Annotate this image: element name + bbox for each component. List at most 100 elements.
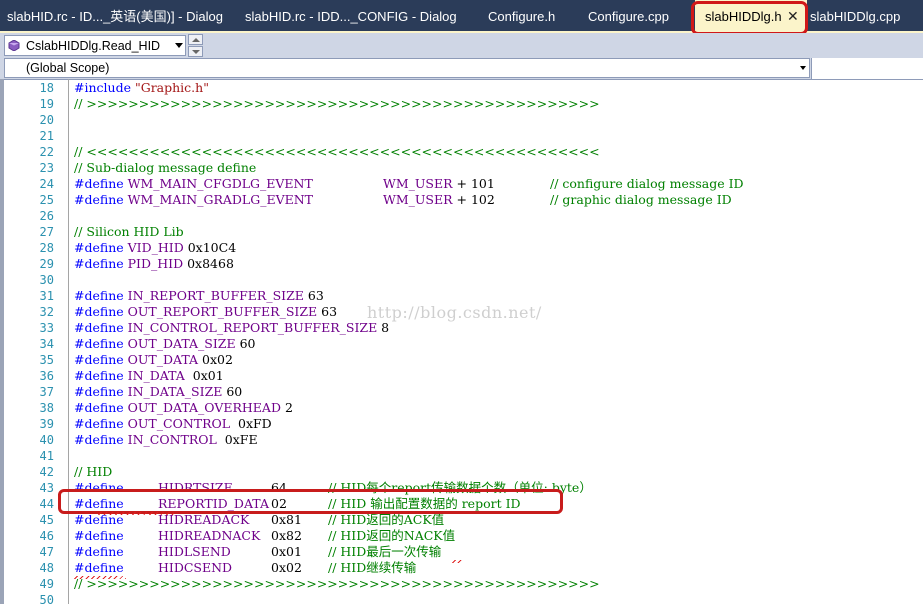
code-token: OUT_DATA [127, 352, 199, 367]
line-number: 40 [39, 433, 54, 447]
code-line[interactable]: 25 #define WM_MAIN_GRADLG_EVENT WM_USER + … [0, 192, 923, 208]
scope-combo[interactable]: (Global Scope) [4, 58, 810, 78]
arrow-up-icon [192, 38, 200, 42]
code-token: WM_MAIN_GRADLG_EVENT [127, 192, 314, 207]
code-line[interactable]: 23 // Sub-dialog message define [0, 160, 923, 176]
line-source: #define IN_REPORT_BUFFER_SIZE 63 [74, 288, 324, 304]
code-line[interactable]: 19 // >>>>>>>>>>>>>>>>>>>>>>>>>>>>>>>>>>>… [0, 96, 923, 112]
code-token: 2 [280, 400, 293, 415]
code-token: // HID继续传输 [328, 560, 417, 575]
line-number: 44 [39, 497, 54, 511]
code-line[interactable]: 24 #define WM_MAIN_CFGDLG_EVENT WM_USER + … [0, 176, 923, 192]
code-token: // Silicon HID Lib [74, 224, 184, 239]
code-line[interactable]: 47 #define HIDLSEND 0x01 // HID最后一次传输 [0, 544, 923, 560]
code-token: #define [74, 336, 128, 351]
method-icon [8, 40, 20, 51]
code-line[interactable]: 39 #define OUT_CONTROL 0xFD [0, 416, 923, 432]
line-source: #define PID_HID 0x8468 [74, 256, 234, 272]
code-token: // HID最后一次传输 [328, 544, 442, 559]
code-token: OUT_DATA_OVERHEAD [127, 400, 281, 415]
code-line[interactable]: 37 #define IN_DATA_SIZE 60 [0, 384, 923, 400]
code-token: // >>>>>>>>>>>>>>>>>>>>>>>>>>>>>>>>>>>>>… [74, 96, 600, 111]
spell-squiggle [74, 576, 126, 579]
code-line[interactable]: 21 [0, 128, 923, 144]
arrow-down-icon [192, 50, 200, 54]
scroll-down-button[interactable] [188, 46, 203, 57]
line-source: #define WM_MAIN_GRADLG_EVENT WM_USER + 10… [74, 192, 732, 208]
line-source: #define IN_CONTROL 0xFE [74, 432, 258, 448]
line-source: // >>>>>>>>>>>>>>>>>>>>>>>>>>>>>>>>>>>>>… [74, 96, 600, 112]
line-number: 37 [39, 385, 54, 399]
code-line[interactable]: 28 #define VID_HID 0x10C4 [0, 240, 923, 256]
member-combo[interactable]: CslabHIDDlg.Read_HID [4, 35, 186, 56]
tab-slabhid-rc-config-dialog[interactable]: slabHID.rc - IDD..._CONFIG - Dialog [245, 0, 457, 31]
code-line[interactable]: 42 // HID [0, 464, 923, 480]
line-number: 29 [39, 257, 54, 271]
line-number: 18 [39, 81, 54, 95]
code-token: OUT_REPORT_BUFFER_SIZE [127, 304, 318, 319]
line-source: #define IN_CONTROL_REPORT_BUFFER_SIZE 8 [74, 320, 389, 336]
line-number: 30 [39, 273, 54, 287]
code-token: 60 [235, 336, 256, 351]
code-line[interactable]: 35 #define OUT_DATA 0x02 [0, 352, 923, 368]
code-line[interactable]: 27 // Silicon HID Lib [0, 224, 923, 240]
code-line[interactable]: 40 #define IN_CONTROL 0xFE [0, 432, 923, 448]
secondary-combo[interactable] [811, 58, 923, 79]
split-spin-buttons[interactable] [188, 34, 203, 57]
code-token: 60 [222, 384, 243, 399]
code-line[interactable]: 20 [0, 112, 923, 128]
line-number: 19 [39, 97, 54, 111]
tab-label: Configure.h [488, 9, 556, 24]
line-number: 48 [39, 561, 54, 575]
line-source: #define OUT_DATA 0x02 [74, 352, 233, 368]
tab-slabhid-rc-dialog[interactable]: slabHID.rc - ID..._英语(美国)] - Dialog [7, 0, 223, 31]
code-line[interactable]: 34 #define OUT_DATA_SIZE 60 [0, 336, 923, 352]
code-token: // graphic dialog message ID [550, 192, 732, 207]
code-line[interactable]: 38 #define OUT_DATA_OVERHEAD 2 [0, 400, 923, 416]
line-number: 47 [39, 545, 54, 559]
line-source: #define OUT_CONTROL 0xFD [74, 416, 272, 432]
code-token: 0x10C4 [183, 240, 237, 255]
code-token: 0xFE [216, 432, 258, 447]
tab-slabhiddlg-cpp[interactable]: slabHIDDlg.cpp [810, 0, 900, 31]
line-number: 20 [39, 113, 54, 127]
code-line[interactable]: 50 [0, 592, 923, 604]
code-line[interactable]: 46 #define HIDREADNACK 0x82 // HID返回的NACK值 [0, 528, 923, 544]
chevron-down-icon[interactable] [800, 66, 806, 70]
tab-configure-h[interactable]: Configure.h [488, 0, 555, 31]
scroll-up-button[interactable] [188, 34, 203, 45]
code-token: 0xFD [230, 416, 272, 431]
scope-navigation-bar: (Global Scope) [0, 58, 923, 79]
code-line[interactable]: 49 // >>>>>>>>>>>>>>>>>>>>>>>>>>>>>>>>>>>… [0, 576, 923, 592]
code-token: // configure dialog message ID [550, 176, 744, 191]
line-source: // Sub-dialog message define [74, 160, 256, 176]
tab-label: Configure.cpp [588, 9, 669, 24]
spell-squiggle [98, 512, 174, 515]
code-token: #define [74, 192, 128, 207]
code-token: 8 [377, 320, 390, 335]
line-source: #define OUT_DATA_SIZE 60 [74, 336, 256, 352]
code-editor[interactable]: 18 #include "Graphic.h" 19 // >>>>>>>>>>>>>… [0, 79, 923, 604]
line-number: 25 [39, 193, 54, 207]
code-line[interactable]: 22 // <<<<<<<<<<<<<<<<<<<<<<<<<<<<<<<<<<<… [0, 144, 923, 160]
line-source: // <<<<<<<<<<<<<<<<<<<<<<<<<<<<<<<<<<<<<… [74, 144, 600, 160]
tab-highlight-annotation [691, 1, 808, 35]
code-line[interactable]: 26 [0, 208, 923, 224]
code-line[interactable]: 36 #define IN_DATA 0x01 [0, 368, 923, 384]
line-source: #define OUT_DATA_OVERHEAD 2 [74, 400, 293, 416]
chevron-down-icon[interactable] [175, 43, 183, 48]
tab-configure-cpp[interactable]: Configure.cpp [588, 0, 669, 31]
line-number: 26 [39, 209, 54, 223]
code-token: #define [74, 368, 128, 383]
scope-combo-value: (Global Scope) [26, 61, 110, 75]
code-token: 0x01 [184, 368, 224, 383]
code-token: HIDCSEND [158, 560, 233, 575]
code-line[interactable]: 33 #define IN_CONTROL_REPORT_BUFFER_SIZE … [0, 320, 923, 336]
code-line[interactable]: 31 #define IN_REPORT_BUFFER_SIZE 63 [0, 288, 923, 304]
spell-squiggle [452, 560, 462, 563]
code-line[interactable]: 30 [0, 272, 923, 288]
code-line[interactable]: 29 #define PID_HID 0x8468 [0, 256, 923, 272]
code-token: 0x8468 [183, 256, 234, 271]
code-line[interactable]: 41 [0, 448, 923, 464]
code-line[interactable]: 18 #include "Graphic.h" [0, 80, 923, 96]
